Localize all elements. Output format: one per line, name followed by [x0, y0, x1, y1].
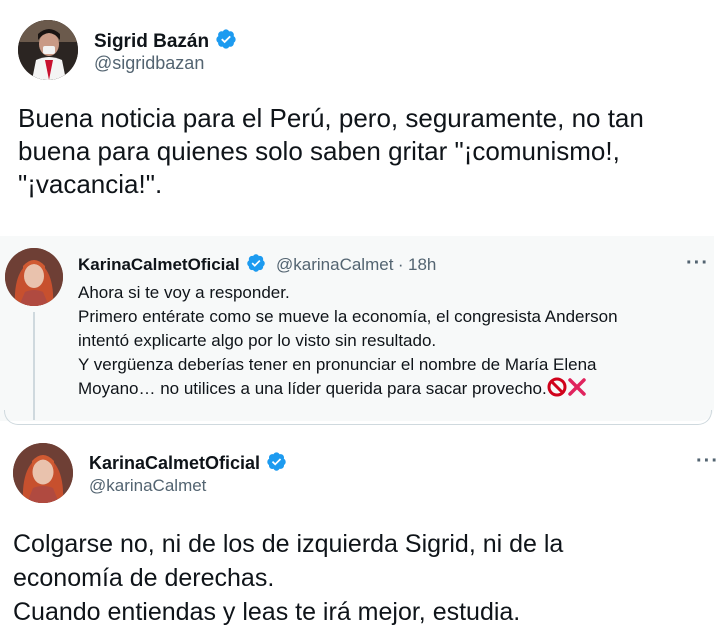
quoted-handle[interactable]: @karinaCalmet: [276, 255, 393, 274]
author-handle[interactable]: @sigridbazan: [94, 53, 204, 74]
more-options-icon[interactable]: ···: [686, 252, 709, 275]
reply-handle[interactable]: @karinaCalmet: [89, 476, 206, 496]
no-entry-icon: [547, 377, 567, 402]
verified-badge-icon: [246, 253, 266, 278]
thread-connector-line: [33, 312, 35, 420]
quoted-author-row: KarinaCalmetOficial @karinaCalmet · 18h: [78, 253, 436, 278]
verified-badge-icon: [215, 28, 237, 55]
more-options-icon[interactable]: ···: [696, 450, 719, 473]
avatar-karina-reply[interactable]: [13, 443, 73, 503]
main-tweet-text: Buena noticia para el Perú, pero, segura…: [18, 103, 644, 199]
reply-author[interactable]: KarinaCalmetOficial: [89, 451, 287, 477]
avatar-karina-quoted[interactable]: [5, 248, 63, 306]
verified-badge-icon: [266, 451, 287, 477]
meta-separator: ·: [397, 255, 404, 274]
quoted-tweet-text: Ahora si te voy a responder. Primero ent…: [78, 283, 618, 398]
quoted-display-name[interactable]: KarinaCalmetOficial: [78, 255, 240, 274]
author-display-name[interactable]: Sigrid Bazán: [94, 31, 209, 52]
quoted-timestamp[interactable]: 18h: [408, 255, 436, 274]
cross-mark-icon: [567, 377, 587, 402]
quoted-card-border: [4, 410, 712, 425]
avatar-sigrid[interactable]: [18, 20, 78, 80]
main-author[interactable]: Sigrid Bazán: [94, 28, 237, 55]
quoted-tweet-body: Ahora si te voy a responder. Primero ent…: [78, 281, 708, 402]
reply-tweet-text: Colgarse no, ni de los de izquierda Sigr…: [13, 530, 564, 626]
reply-display-name[interactable]: KarinaCalmetOficial: [89, 453, 260, 473]
